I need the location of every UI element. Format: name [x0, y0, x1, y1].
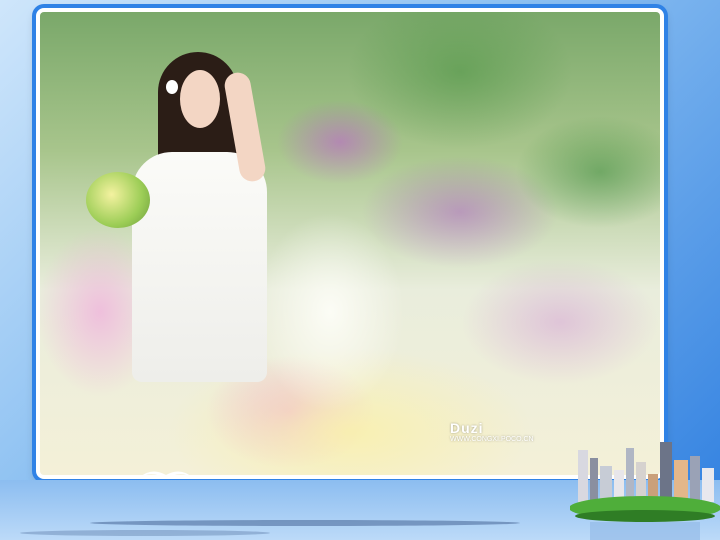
photo-frame: Duzi WWW.CONGXI.POCO.CN — [36, 8, 664, 479]
flower-bouquet — [86, 172, 150, 228]
city-skyline-icon — [570, 442, 720, 540]
girl-dress — [132, 152, 267, 382]
watermark-url: WWW.CONGXI.POCO.CN — [450, 436, 534, 443]
watermark: Duzi WWW.CONGXI.POCO.CN — [450, 421, 534, 444]
hair-flower — [166, 80, 178, 94]
garden-path — [255, 212, 405, 412]
photo: Duzi WWW.CONGXI.POCO.CN — [40, 12, 660, 475]
water-reflection — [20, 530, 270, 536]
open-book-icon — [140, 471, 192, 478]
watermark-brand: Duzi — [450, 420, 484, 436]
girl-face — [180, 70, 220, 128]
slide: Duzi WWW.CONGXI.POCO.CN — [0, 0, 720, 540]
water-reflection — [90, 520, 520, 526]
